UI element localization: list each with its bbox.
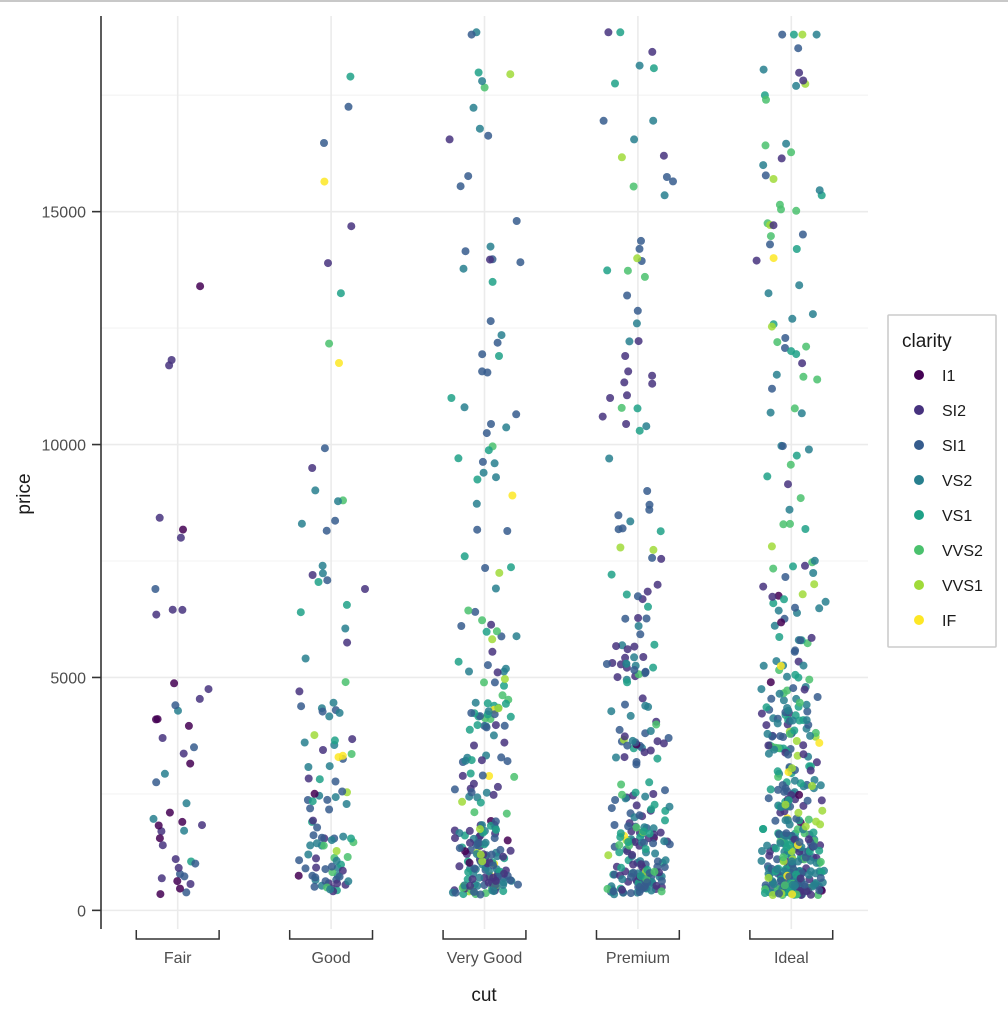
data-points bbox=[149, 28, 830, 899]
legend-item-label: SI1 bbox=[942, 438, 966, 455]
y-axis-title: price bbox=[14, 473, 35, 514]
legend-item-label: I1 bbox=[942, 368, 955, 385]
x-tick-label: Fair bbox=[164, 950, 192, 967]
y-tick-label: 5000 bbox=[50, 670, 86, 687]
x-axis-title: cut bbox=[471, 985, 497, 1006]
x-tick-bracket bbox=[749, 930, 834, 940]
chart-figure: 0 5000 10000 15000 Fair Good Very Good Premium… bbox=[0, 0, 1008, 1008]
legend-swatch-icon bbox=[914, 545, 924, 555]
legend-item-label: IF bbox=[942, 613, 956, 630]
x-axis: Fair Good Very Good Premium Ideal bbox=[135, 930, 834, 967]
legend-swatch-icon bbox=[914, 475, 924, 485]
x-tick-bracket bbox=[442, 930, 527, 940]
x-tick-bracket bbox=[288, 930, 374, 940]
legend-item-label: VVS2 bbox=[942, 543, 983, 560]
legend-swatch-icon bbox=[914, 370, 924, 380]
y-tick-label: 15000 bbox=[42, 205, 87, 222]
legend-swatch-icon bbox=[914, 510, 924, 520]
y-tick-label: 10000 bbox=[42, 438, 87, 455]
legend-swatch-icon bbox=[914, 440, 924, 450]
legend-item-label: VS2 bbox=[942, 473, 972, 490]
legend-title: clarity bbox=[902, 331, 952, 352]
x-tick-bracket bbox=[135, 930, 220, 940]
legend-swatch-icon bbox=[914, 405, 924, 415]
legend: clarity I1 SI2 SI1 VS2 VS1 VVS2 VVS1 IF bbox=[887, 314, 997, 648]
legend-swatch-icon bbox=[914, 580, 924, 590]
legend-item-label: SI2 bbox=[942, 403, 966, 420]
legend-item-label: VVS1 bbox=[942, 578, 983, 595]
scatter-plot: 0 5000 10000 15000 Fair Good Very Good Premium… bbox=[14, 16, 997, 1006]
x-tick-label: Very Good bbox=[447, 950, 523, 967]
x-tick-bracket bbox=[595, 930, 681, 940]
x-tick-label: Ideal bbox=[774, 950, 809, 967]
y-axis: 0 5000 10000 15000 bbox=[42, 16, 102, 929]
x-tick-label: Good bbox=[312, 950, 351, 967]
y-tick-label: 0 bbox=[77, 903, 86, 920]
x-tick-label: Premium bbox=[606, 950, 670, 967]
legend-swatch-icon bbox=[914, 615, 924, 625]
legend-item-label: VS1 bbox=[942, 508, 972, 525]
